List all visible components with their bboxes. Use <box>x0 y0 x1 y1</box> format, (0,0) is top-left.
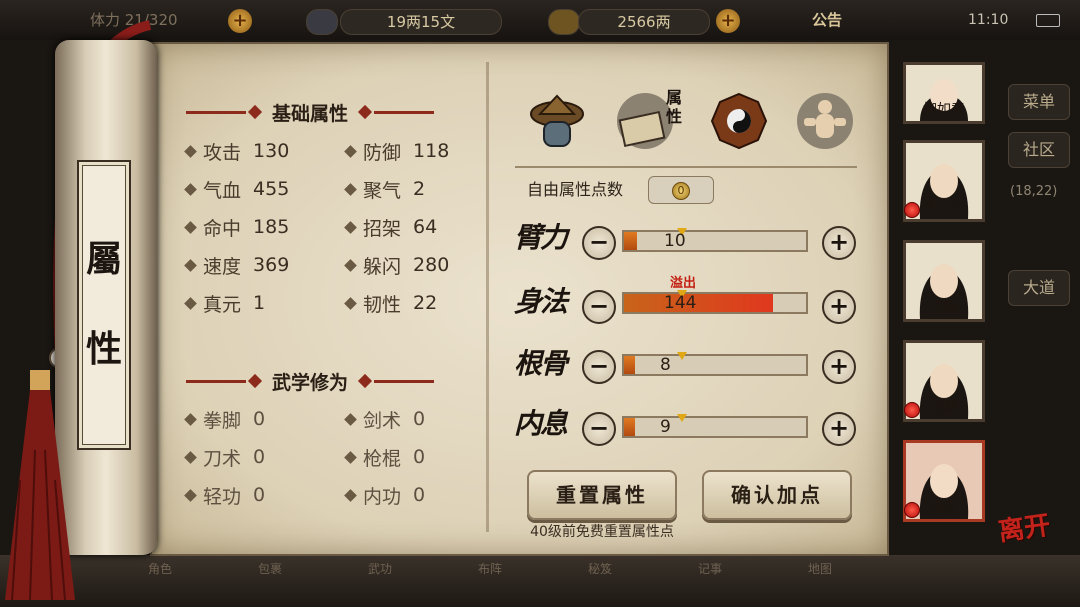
bottom-menu-role[interactable]: 角色 <box>130 560 190 604</box>
skill-lightness: 轻功 0 <box>184 482 265 508</box>
basic-section-title: 基础属性 <box>272 102 349 125</box>
bottom-menu-bag[interactable]: 包裹 <box>240 560 300 604</box>
free-points-value: 0 <box>672 182 690 200</box>
battery-icon <box>1036 14 1060 27</box>
attr-name-agility: 身法 <box>514 285 568 318</box>
active-tab-label: 属性 <box>666 88 683 126</box>
agility-bar: 144 <box>622 290 808 314</box>
stat-accuracy: 命中 185 <box>184 214 289 240</box>
member-5-alert-icon <box>904 502 920 518</box>
strength-plus-button[interactable]: + <box>822 226 856 260</box>
stat-defense: 防御 118 <box>344 138 449 164</box>
basic-section-header: 基础属性 <box>186 97 435 127</box>
member-4-alert-icon <box>904 402 920 418</box>
gold-ingot-icon <box>548 9 580 35</box>
inner-breath-value: 9 <box>660 417 671 437</box>
straw-hat-icon[interactable] <box>526 90 588 152</box>
bottom-menu-manual[interactable]: 秘笈 <box>570 560 630 604</box>
martial-section-header: 武学修为 <box>186 366 435 396</box>
bagua-icon[interactable] <box>708 90 770 152</box>
skill-fist: 拳脚 0 <box>184 406 265 432</box>
skill-inner: 内功 0 <box>344 482 425 508</box>
bottom-menu-journal[interactable]: 记事 <box>680 560 740 604</box>
constitution-marker <box>677 352 688 360</box>
strength-bar-fill <box>624 232 637 250</box>
inner-breath-plus-button[interactable]: + <box>822 412 856 446</box>
tassel-fringe-icon <box>5 370 75 600</box>
add-stamina-button[interactable]: + <box>228 9 252 33</box>
stat-dodge: 躲闪 280 <box>344 252 449 278</box>
agility-plus-button[interactable]: + <box>822 290 856 324</box>
stat-speed: 速度 369 <box>184 252 289 278</box>
bottom-menu-kungfu[interactable]: 武功 <box>350 560 410 604</box>
attr-name-constitution: 根骨 <box>514 347 568 380</box>
skill-sword: 剑术 0 <box>344 406 425 432</box>
party-member-name: 孟翔 <box>930 300 958 316</box>
constitution-value: 8 <box>660 355 671 375</box>
constitution-bar: 8 <box>622 352 808 376</box>
silver-icon <box>306 9 338 35</box>
clock: 11:10 <box>968 12 1009 28</box>
scroll-title-char-2: 性 <box>85 328 122 370</box>
member-2-alert-icon <box>904 202 920 218</box>
panel-divider <box>486 62 489 532</box>
agility-bar-fill <box>624 294 774 312</box>
strength-bar: 10 <box>622 228 808 252</box>
party-member-1[interactable]: 柳如意 <box>903 62 985 124</box>
inner-breath-bar-fill <box>624 418 635 436</box>
community-button[interactable]: 社区 <box>1008 132 1070 168</box>
stat-true-energy: 真元 1 <box>184 290 265 316</box>
party-member-3[interactable]: 孟翔 <box>903 240 985 322</box>
stat-attack: 攻击 130 <box>184 138 289 164</box>
attr-name-strength: 臂力 <box>514 221 568 254</box>
constitution-bar-fill <box>624 356 635 374</box>
free-points-label: 自由属性点数 <box>527 180 624 199</box>
attr-name-inner-breath: 内息 <box>514 407 568 440</box>
bottom-menu-map[interactable]: 地图 <box>790 560 850 604</box>
bottom-menu-formation[interactable]: 布阵 <box>460 560 520 604</box>
stat-focus: 聚气 2 <box>344 176 425 202</box>
agility-value: 144 <box>664 293 697 313</box>
road-label: 大道 <box>1008 270 1070 306</box>
party-member-name: 柳如意 <box>923 102 965 118</box>
agility-overflow-label: 溢出 <box>670 276 697 291</box>
stat-toughness: 韧性 22 <box>344 290 437 316</box>
gold-readout: 2566两 <box>578 9 710 35</box>
skill-blade: 刀术 0 <box>184 444 265 470</box>
tab-underline <box>515 166 857 168</box>
constitution-minus-button[interactable]: − <box>582 350 616 384</box>
inner-breath-minus-button[interactable]: − <box>582 412 616 446</box>
agility-minus-button[interactable]: − <box>582 290 616 324</box>
reset-note: 40级前免费重置属性点 <box>530 524 674 540</box>
notice-button[interactable]: 公告 <box>812 6 842 34</box>
constitution-plus-button[interactable]: + <box>822 350 856 384</box>
skill-spear: 枪棍 0 <box>344 444 425 470</box>
inner-breath-marker <box>677 414 688 422</box>
silver-readout: 19两15文 <box>340 9 502 35</box>
stat-hp: 气血 455 <box>184 176 289 202</box>
add-gold-button[interactable]: + <box>716 9 740 33</box>
strength-minus-button[interactable]: − <box>582 226 616 260</box>
body-icon[interactable] <box>794 90 856 152</box>
scroll-title-char-1: 屬 <box>85 238 122 280</box>
menu-button[interactable]: 菜单 <box>1008 84 1070 120</box>
map-coordinate: (18,22) <box>1010 184 1058 199</box>
reset-attributes-button[interactable]: 重置属性 <box>527 470 677 520</box>
strength-value: 10 <box>664 231 686 251</box>
leave-button[interactable]: 离开 <box>996 505 1053 549</box>
confirm-points-button[interactable]: 确认加点 <box>702 470 852 520</box>
martial-section-title: 武学修为 <box>272 371 349 394</box>
stat-parry: 招架 64 <box>344 214 437 240</box>
scroll-title-frame <box>77 160 131 450</box>
inner-breath-bar: 9 <box>622 414 808 438</box>
